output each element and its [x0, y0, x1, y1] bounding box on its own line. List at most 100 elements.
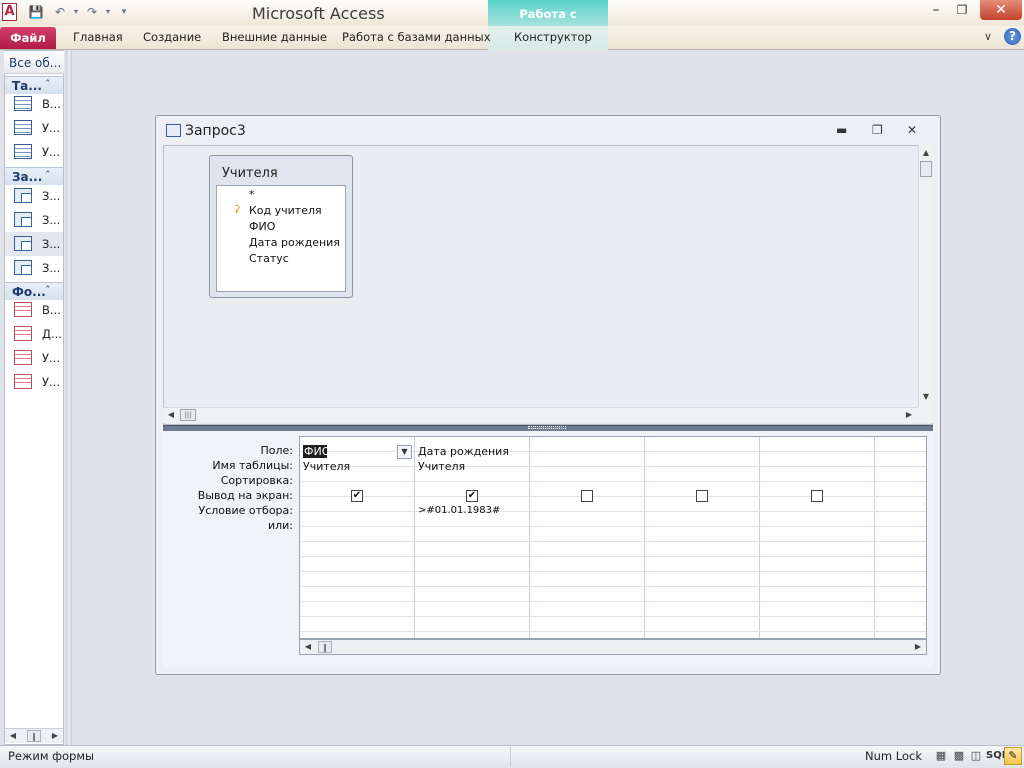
scroll-up-icon[interactable]: ▲	[920, 147, 932, 159]
table-cell[interactable]: Учителя	[303, 460, 350, 473]
grid-row	[300, 572, 926, 587]
doc-minimize-icon[interactable]: ▬	[836, 123, 847, 137]
nav-item-query[interactable]: З...	[5, 208, 63, 232]
field-cell-selected[interactable]: ФИО	[303, 445, 330, 458]
nav-group-label: Та...	[12, 79, 42, 93]
criteria-cell[interactable]: >#01.01.1983#	[418, 505, 500, 516]
table-box-title[interactable]: Учителя	[222, 166, 278, 181]
qat-customize-icon[interactable]: ▾	[116, 4, 132, 20]
show-checkbox[interactable]	[811, 490, 823, 502]
nav-item-label: З...	[42, 213, 61, 227]
form-icon	[14, 302, 32, 317]
scroll-right-icon[interactable]: ▶	[912, 641, 924, 653]
access-app-icon[interactable]: A	[2, 3, 17, 21]
table-icon	[14, 96, 32, 111]
nav-item-table[interactable]: В...	[5, 92, 63, 116]
field-item[interactable]: Дата рождения	[249, 236, 340, 249]
app-title: Microsoft Access	[252, 4, 385, 23]
scroll-right-icon[interactable]: ▶	[903, 409, 915, 421]
chevron-down-icon[interactable]: ∨	[984, 30, 992, 43]
scroll-down-icon[interactable]: ▼	[920, 391, 932, 403]
nav-item-label: З...	[42, 261, 61, 275]
query-design-grid[interactable]	[299, 436, 927, 639]
scroll-left-icon[interactable]: ◀	[165, 409, 177, 421]
datasheet-view-icon[interactable]: ▦	[934, 749, 948, 762]
show-checkbox[interactable]	[581, 490, 593, 502]
field-item[interactable]: *	[249, 188, 255, 201]
grid-row	[300, 542, 926, 557]
collapse-icon[interactable]: ˆ	[45, 169, 51, 182]
row-label-or: или:	[267, 519, 293, 532]
nav-item-form[interactable]: Д...	[5, 322, 63, 346]
nav-item-label: В...	[42, 303, 61, 317]
show-checkbox-checked[interactable]: ✔	[351, 490, 363, 502]
nav-horizontal-scrollbar[interactable]: ◀ ‖ ▶	[5, 728, 63, 743]
grid-row	[300, 482, 926, 497]
nav-item-form[interactable]: В...	[5, 298, 63, 322]
nav-item-table[interactable]: У...	[5, 116, 63, 140]
tab-file[interactable]: Файл	[0, 27, 56, 49]
form-icon	[14, 326, 32, 341]
nav-item-table[interactable]: У...	[5, 140, 63, 164]
grid-horizontal-scrollbar[interactable]: ◀ ‖ ▶	[299, 639, 927, 655]
horizontal-scrollbar[interactable]: ◀ ▶	[163, 407, 918, 423]
grid-row	[300, 527, 926, 542]
tab-database-tools[interactable]: Работа с базами данных	[342, 30, 491, 44]
scroll-thumb[interactable]: ‖	[27, 730, 41, 742]
help-icon[interactable]: ?	[1004, 28, 1021, 45]
nav-pane-header[interactable]: Все об...	[4, 51, 64, 74]
field-item[interactable]: Статус	[249, 252, 289, 265]
nav-item-label: У...	[42, 351, 60, 365]
query-icon	[14, 188, 32, 203]
redo-icon[interactable]: ↷	[84, 4, 100, 20]
pivot-table-view-icon[interactable]: ▩	[952, 749, 966, 762]
close-icon[interactable]: ✕	[980, 0, 1022, 20]
query-tools-context-group: Работа с запросами	[488, 0, 608, 49]
scroll-left-icon[interactable]: ◀	[302, 641, 314, 653]
pivot-chart-view-icon[interactable]: ◫	[969, 749, 983, 762]
nav-item-form[interactable]: У...	[5, 346, 63, 370]
restore-icon[interactable]: ❐	[951, 0, 973, 20]
table-cell[interactable]: Учителя	[418, 460, 465, 473]
tab-design[interactable]: Конструктор	[514, 30, 592, 44]
collapse-icon[interactable]: ˆ	[45, 284, 51, 297]
primary-key-icon: ⚳	[233, 204, 241, 215]
undo-icon[interactable]: ↶	[52, 4, 68, 20]
nav-item-query-selected[interactable]: З...	[5, 232, 63, 256]
field-item[interactable]: ФИО	[249, 220, 275, 233]
scroll-thumb[interactable]: ‖	[318, 641, 332, 653]
scroll-left-icon[interactable]: ◀	[7, 730, 19, 742]
field-cell[interactable]: Дата рождения	[418, 445, 509, 458]
nav-item-form[interactable]: У...	[5, 370, 63, 394]
grid-row	[300, 497, 926, 512]
minimize-icon[interactable]: –	[925, 0, 947, 20]
tab-create[interactable]: Создание	[143, 30, 201, 44]
divider-grip[interactable]	[528, 426, 566, 429]
undo-dropdown-icon[interactable]: ▾	[68, 4, 84, 20]
save-icon[interactable]: 💾	[28, 4, 44, 20]
nav-group-queries[interactable]: За... ˆ	[5, 167, 63, 185]
show-checkbox-checked[interactable]: ✔	[466, 490, 478, 502]
chevron-down-icon[interactable]: ▼	[397, 445, 412, 459]
status-separator	[510, 747, 511, 766]
doc-close-icon[interactable]: ✕	[907, 123, 917, 137]
grid-row	[300, 602, 926, 617]
vertical-scrollbar[interactable]: ▲ ▼	[918, 145, 933, 407]
redo-dropdown-icon[interactable]: ▾	[100, 4, 116, 20]
nav-item-query[interactable]: З...	[5, 184, 63, 208]
design-view-icon[interactable]: ✎	[1004, 747, 1022, 765]
form-icon	[14, 350, 32, 365]
field-item[interactable]: Код учителя	[249, 204, 322, 217]
vertical-scroll-thumb[interactable]	[920, 161, 932, 177]
collapse-icon[interactable]: ˆ	[45, 78, 51, 91]
nav-item-query[interactable]: З...	[5, 256, 63, 280]
row-label-table: Имя таблицы:	[212, 459, 293, 472]
horizontal-scroll-thumb[interactable]: |||	[180, 409, 196, 421]
tab-home[interactable]: Главная	[73, 30, 123, 44]
show-checkbox[interactable]	[696, 490, 708, 502]
nav-item-label: Д...	[42, 327, 62, 341]
scroll-right-icon[interactable]: ▶	[49, 730, 61, 742]
grid-row	[300, 557, 926, 572]
doc-restore-icon[interactable]: ❐	[872, 123, 883, 137]
tab-external-data[interactable]: Внешние данные	[222, 30, 327, 44]
